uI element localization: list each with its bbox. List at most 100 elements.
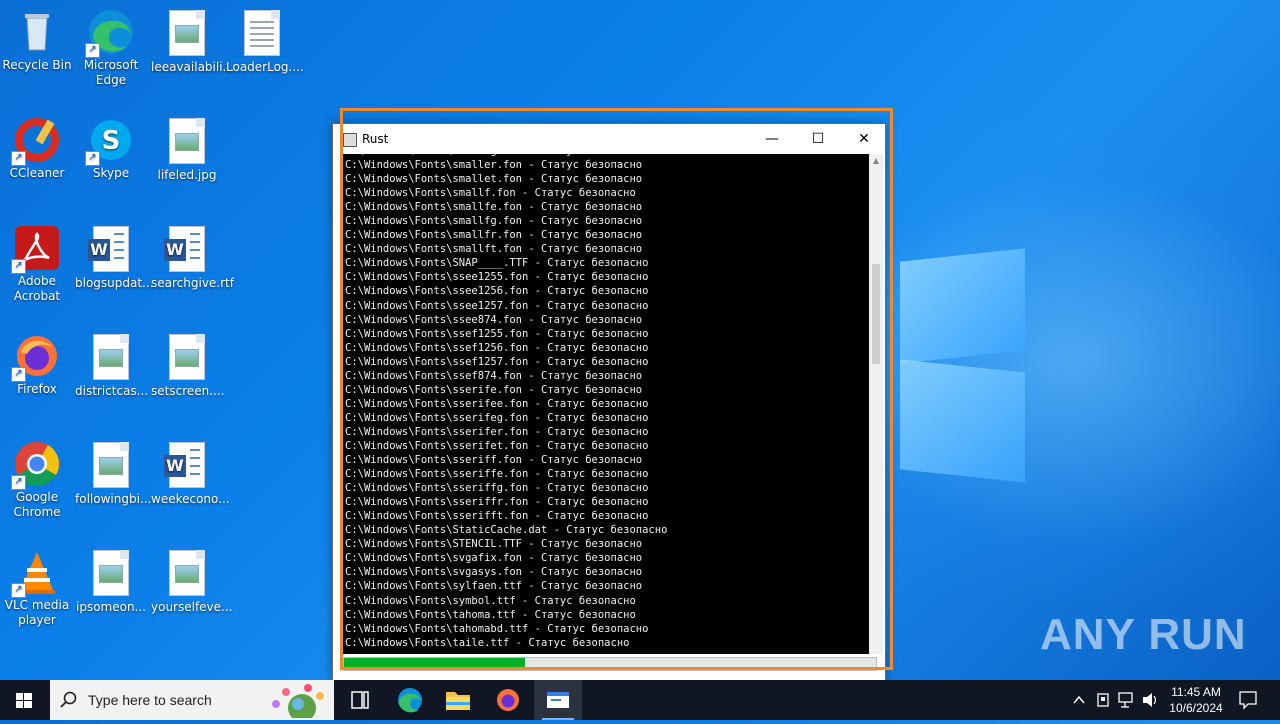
vlc-icon: ↗ <box>11 548 61 598</box>
desktop-icon-ccleaner[interactable]: ↗ CCleaner <box>1 116 73 181</box>
vertical-scrollbar[interactable]: ▲ <box>869 154 883 654</box>
scroll-up-icon[interactable]: ▲ <box>869 154 883 168</box>
desktop-icon-weekecono[interactable]: W weekecono... <box>151 440 230 507</box>
icon-label: Recycle Bin <box>2 58 72 72</box>
search-placeholder: Type here to search <box>88 692 212 708</box>
taskbar-rust-app[interactable] <box>534 680 582 720</box>
icon-label: VLC media player <box>4 598 70 627</box>
icon-label: Firefox <box>17 382 57 396</box>
google-chrome-icon: ↗ <box>11 440 61 490</box>
maximize-button[interactable]: ☐ <box>795 124 841 154</box>
image-file-icon <box>163 550 211 598</box>
taskbar-file-explorer[interactable] <box>434 680 482 720</box>
desktop-icon-searchgive[interactable]: W searchgive.rtf <box>151 224 234 291</box>
tray-volume[interactable] <box>1140 680 1160 720</box>
icon-label: Microsoft Edge <box>83 58 139 87</box>
edge-icon: ↗ <box>85 8 135 58</box>
desktop-icon-google-chrome[interactable]: ↗ Google Chrome <box>1 440 73 520</box>
desktop-icon-blogsupdat[interactable]: W blogsupdat... <box>75 224 154 291</box>
edge-icon <box>398 688 422 713</box>
icon-label: searchgive.rtf <box>151 276 234 290</box>
svg-text:S: S <box>102 126 121 156</box>
scrollbar-thumb[interactable] <box>872 264 880 364</box>
desktop-icon-loaderlog[interactable]: LoaderLog.... <box>226 8 304 75</box>
taskbar-firefox[interactable] <box>484 680 532 720</box>
image-file-icon <box>87 334 135 382</box>
search-icon <box>60 691 77 708</box>
clock-time: 11:45 AM <box>1171 685 1221 699</box>
task-view-icon <box>351 691 369 709</box>
desktop-icon-leeavailabili[interactable]: leeavailabili... <box>151 8 234 75</box>
icon-label: LoaderLog.... <box>226 60 304 74</box>
icon-label: Google Chrome <box>13 490 61 519</box>
text-file-icon <box>238 10 286 58</box>
icon-label: Adobe Acrobat <box>13 274 61 303</box>
desktop-icon-skype[interactable]: S ↗ Skype <box>75 116 147 181</box>
console-app-icon <box>343 133 357 147</box>
word-document-icon: W <box>163 442 211 490</box>
icon-label: weekecono... <box>151 492 230 506</box>
taskbar-clock[interactable]: 11:45 AM 10/6/2024 <box>1160 684 1232 716</box>
recycle-bin-icon <box>13 8 61 56</box>
notification-center-button[interactable] <box>1236 680 1260 720</box>
device-icon <box>1097 693 1109 707</box>
notification-icon <box>1239 691 1257 710</box>
minimize-button[interactable]: — <box>749 124 795 154</box>
word-document-icon: W <box>163 226 211 274</box>
firefox-icon <box>497 689 519 711</box>
folder-icon <box>446 692 470 710</box>
clock-date: 10/6/2024 <box>1169 701 1223 715</box>
windows-start-icon <box>16 693 32 708</box>
icon-label: followingbi... <box>75 492 152 506</box>
adobe-acrobat-icon: ↗ <box>11 224 61 274</box>
icon-label: CCleaner <box>9 166 65 180</box>
icon-label: setscreen.... <box>151 384 225 398</box>
image-file-icon <box>87 550 135 598</box>
search-highlight-illustration <box>272 684 324 718</box>
icon-label: lifeled.jpg <box>157 168 217 182</box>
desktop-icon-followingbi[interactable]: followingbi... <box>75 440 152 507</box>
anyrun-watermark: ANY RUN <box>1040 610 1247 659</box>
desktop-icon-yourselfeve[interactable]: yourselfeve... <box>151 548 233 615</box>
desktop-icon-lifeled[interactable]: lifeled.jpg <box>151 116 223 183</box>
desktop-icon-edge[interactable]: ↗ Microsoft Edge <box>75 8 147 88</box>
close-button[interactable]: ✕ <box>841 124 887 154</box>
icon-label: blogsupdat... <box>75 276 154 290</box>
console-window-icon <box>547 692 569 708</box>
icon-label: yourselfeve... <box>151 600 233 614</box>
volume-icon <box>1143 693 1157 707</box>
network-icon <box>1118 692 1133 708</box>
icon-label: Skype <box>92 166 130 180</box>
desktop-icon-firefox[interactable]: ↗ Firefox <box>1 332 73 397</box>
taskbar: Type here to search 11:45 AM 10/6/2024 <box>0 680 1280 720</box>
icon-label: leeavailabili... <box>151 60 234 74</box>
desktop-icon-vlc[interactable]: ↗ VLC media player <box>1 548 73 628</box>
desktop-icon-ipsomeon[interactable]: ipsomeon... <box>75 548 147 615</box>
start-button[interactable] <box>0 680 48 720</box>
firefox-icon: ↗ <box>11 332 61 382</box>
console-output[interactable]: C:\Windows\Fonts\smalleg.fon - Статус бе… <box>343 154 869 654</box>
icon-label: ipsomeon... <box>75 600 146 614</box>
icon-label: districtcas... <box>75 384 149 398</box>
taskbar-edge[interactable] <box>386 680 434 720</box>
rust-console-window[interactable]: Rust — ☐ ✕ C:\Windows\Fonts\smalleg.fon … <box>332 123 886 682</box>
console-text: C:\Windows\Fonts\smalleg.fon - Статус бе… <box>345 154 668 649</box>
tray-device[interactable] <box>1094 680 1112 720</box>
desktop-icon-setscreen[interactable]: setscreen.... <box>151 332 225 399</box>
progress-fill <box>344 658 525 670</box>
task-view-button[interactable] <box>336 680 384 720</box>
ccleaner-icon: ↗ <box>11 116 61 166</box>
desktop-icon-recycle-bin[interactable]: Recycle Bin <box>1 8 73 73</box>
window-titlebar[interactable]: Rust — ☐ ✕ <box>333 124 885 154</box>
desktop-icon-districtcas[interactable]: districtcas... <box>75 332 149 399</box>
image-file-icon <box>163 10 211 58</box>
skype-icon: S ↗ <box>85 116 135 166</box>
tray-overflow-chevron[interactable] <box>1070 680 1088 720</box>
image-file-icon <box>163 118 211 166</box>
image-file-icon <box>87 442 135 490</box>
progress-bar <box>343 657 877 671</box>
window-title: Rust <box>362 132 389 146</box>
taskbar-search-box[interactable]: Type here to search <box>50 680 334 720</box>
tray-network[interactable] <box>1116 680 1136 720</box>
desktop-icon-adobe-acrobat[interactable]: ↗ Adobe Acrobat <box>1 224 73 304</box>
